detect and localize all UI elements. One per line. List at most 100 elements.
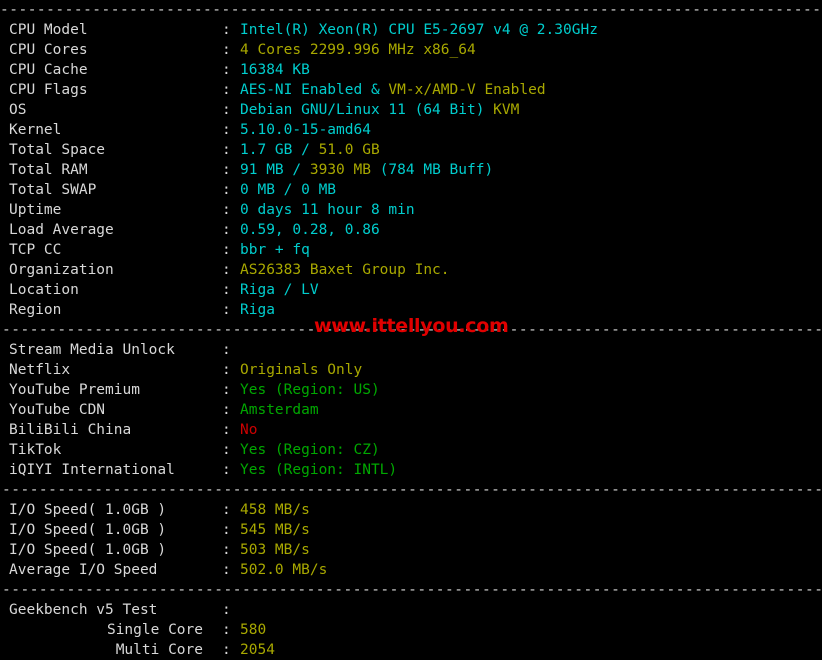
row-colon: : bbox=[222, 362, 231, 378]
row-colon: : bbox=[222, 222, 231, 238]
row-value: KVM bbox=[493, 102, 520, 118]
row-value: 4 Cores 2299.996 MHz x86_64 bbox=[240, 42, 476, 58]
row-colon: : bbox=[222, 302, 231, 318]
row-value: & bbox=[362, 82, 389, 98]
info-row: YouTube Premium: Yes (Region: US) bbox=[0, 380, 822, 400]
info-row: I/O Speed( 1.0GB ):503 MB/s bbox=[0, 540, 822, 560]
row-value: Originals Only bbox=[240, 362, 363, 378]
row-value: 5.10.0-15-amd64 bbox=[240, 122, 371, 138]
row-label: Single Core bbox=[106, 622, 203, 638]
row-label: Geekbench v5 Test bbox=[9, 602, 158, 618]
row-label: I/O Speed( 1.0GB ) bbox=[9, 502, 167, 518]
row-label: Organization bbox=[9, 262, 114, 278]
info-row: TCP CC: bbr + fq bbox=[0, 240, 822, 260]
row-colon: : bbox=[222, 462, 231, 478]
info-row: CPU Cache:16384 KB bbox=[0, 60, 822, 80]
info-row: CPU Flags: AES-NI Enabled & VM-x/AMD-V En… bbox=[0, 80, 822, 100]
row-value: (784 MB Buff) bbox=[379, 162, 494, 178]
row-value: 16384 KB bbox=[240, 62, 310, 78]
row-label: CPU Cores bbox=[9, 42, 88, 58]
row-colon: : bbox=[222, 522, 231, 538]
separator-rule: ----------------------------------------… bbox=[2, 482, 822, 498]
row-value: Yes (Region: INTL) bbox=[240, 462, 398, 478]
row-value: 545 MB/s bbox=[240, 522, 310, 538]
info-row: I/O Speed( 1.0GB ):458 MB/s bbox=[0, 500, 822, 520]
row-value: Debian GNU/Linux 11 (64 Bit) bbox=[240, 102, 494, 118]
row-label: Kernel bbox=[9, 122, 62, 138]
info-row: Single Core:580 bbox=[0, 620, 822, 640]
row-colon: : bbox=[222, 402, 231, 418]
separator-rule-top: ----------------------------------------… bbox=[0, 2, 822, 18]
row-value: 51.0 GB bbox=[318, 142, 380, 158]
row-value: 3930 MB bbox=[309, 162, 380, 178]
info-row: Organization: AS26383 Baxet Group Inc. bbox=[0, 260, 822, 280]
row-colon: : bbox=[222, 142, 231, 158]
row-colon: : bbox=[222, 182, 231, 198]
row-colon: : bbox=[222, 62, 231, 78]
info-row: Netflix: Originals Only bbox=[0, 360, 822, 380]
section-system-info: CPU Model: Intel(R) Xeon(R) CPU E5-2697 v… bbox=[0, 20, 822, 320]
row-value: Amsterdam bbox=[240, 402, 319, 418]
row-value: Riga / LV bbox=[240, 282, 319, 298]
row-label: iQIYI International bbox=[9, 462, 175, 478]
row-label: BiliBili China bbox=[9, 422, 132, 438]
row-label: CPU Cache bbox=[9, 62, 88, 78]
row-label: Load Average bbox=[9, 222, 114, 238]
row-colon: : bbox=[222, 242, 231, 258]
row-label: I/O Speed( 1.0GB ) bbox=[9, 522, 167, 538]
separator-rule: ----------------------------------------… bbox=[2, 582, 822, 598]
row-label: Region bbox=[9, 302, 62, 318]
row-colon: : bbox=[222, 262, 231, 278]
info-row: Stream Media Unlock: bbox=[0, 340, 822, 360]
row-value: 502.0 MB/s bbox=[240, 562, 328, 578]
row-value: Riga bbox=[240, 302, 275, 318]
info-row: BiliBili China: No bbox=[0, 420, 822, 440]
site-watermark: www.ittellyou.com bbox=[314, 315, 509, 337]
info-row: I/O Speed( 1.0GB ):545 MB/s bbox=[0, 520, 822, 540]
row-value: No bbox=[240, 422, 258, 438]
section-geekbench: Geekbench v5 Test: Single Core:580 Multi C… bbox=[0, 600, 822, 660]
info-row: OS: Debian GNU/Linux 11 (64 Bit) KVM bbox=[0, 100, 822, 120]
row-colon: : bbox=[222, 42, 231, 58]
info-row: Multi Core:2054 bbox=[0, 640, 822, 660]
row-value: 1.7 GB bbox=[240, 142, 302, 158]
info-row: iQIYI International: Yes (Region: INTL) bbox=[0, 460, 822, 480]
row-colon: : bbox=[222, 102, 231, 118]
row-colon: : bbox=[222, 502, 231, 518]
row-label: CPU Flags bbox=[9, 82, 88, 98]
row-label: TCP CC bbox=[9, 242, 62, 258]
row-value: / bbox=[292, 162, 310, 178]
info-row: CPU Cores:4 Cores 2299.996 MHz x86_64 bbox=[0, 40, 822, 60]
row-colon: : bbox=[222, 442, 231, 458]
row-colon: : bbox=[222, 22, 231, 38]
row-colon: : bbox=[222, 162, 231, 178]
row-label: Stream Media Unlock bbox=[9, 342, 175, 358]
row-colon: : bbox=[222, 542, 231, 558]
row-colon: : bbox=[222, 202, 231, 218]
info-row: CPU Model: Intel(R) Xeon(R) CPU E5-2697 v… bbox=[0, 20, 822, 40]
info-row: Uptime:0 days 11 hour 8 min bbox=[0, 200, 822, 220]
info-row: Kernel:5.10.0-15-amd64 bbox=[0, 120, 822, 140]
row-value: 2054 bbox=[240, 642, 275, 658]
row-colon: : bbox=[222, 382, 231, 398]
row-colon: : bbox=[222, 622, 231, 638]
row-label: OS bbox=[9, 102, 27, 118]
info-row: TikTok: Yes (Region: CZ) bbox=[0, 440, 822, 460]
row-value: VM-x/AMD-V Enabled bbox=[388, 82, 546, 98]
row-value: 503 MB/s bbox=[240, 542, 310, 558]
row-label: YouTube Premium bbox=[9, 382, 140, 398]
row-value: Intel(R) Xeon(R) CPU E5-2697 v4 @ 2.30GH… bbox=[240, 22, 598, 38]
info-row: Location: Riga / LV bbox=[0, 280, 822, 300]
row-label: Location bbox=[9, 282, 79, 298]
row-value: 0 days 11 hour 8 min bbox=[240, 202, 415, 218]
section-stream-media-unlock: Stream Media Unlock: Netflix: Originals On… bbox=[0, 340, 822, 480]
terminal-output: ----------------------------------------… bbox=[0, 0, 822, 660]
row-colon: : bbox=[222, 422, 231, 438]
row-label: CPU Model bbox=[9, 22, 88, 38]
row-label: Total Space bbox=[9, 142, 106, 158]
row-label: Uptime bbox=[9, 202, 62, 218]
row-colon: : bbox=[222, 282, 231, 298]
sections-container: CPU Model: Intel(R) Xeon(R) CPU E5-2697 v… bbox=[0, 20, 822, 660]
row-value: 91 MB bbox=[240, 162, 293, 178]
row-value: 580 bbox=[240, 622, 267, 638]
